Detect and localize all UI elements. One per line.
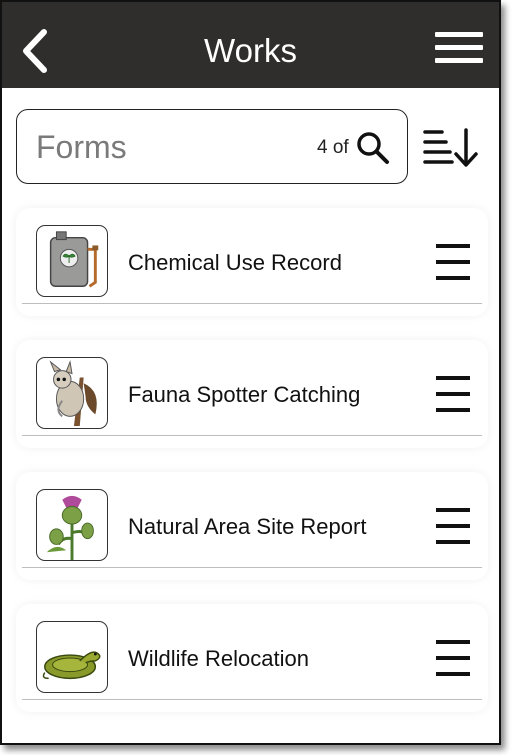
menu-line — [436, 656, 470, 660]
search-icon[interactable] — [355, 130, 391, 166]
menu-line — [436, 260, 470, 264]
menu-line — [436, 540, 470, 544]
list-item[interactable]: Wildlife Relocation — [16, 604, 488, 712]
list-item[interactable]: Natural Area Site Report — [16, 472, 488, 580]
forms-list: Chemical Use Record Fauna Spotter Catchi… — [16, 208, 488, 736]
item-menu-button[interactable] — [436, 508, 470, 544]
menu-line — [436, 524, 470, 528]
divider — [22, 303, 482, 304]
menu-line — [436, 244, 470, 248]
result-count: 4 of — [317, 137, 349, 158]
search-box: 4 of — [16, 109, 408, 184]
divider — [22, 699, 482, 700]
item-label: Wildlife Relocation — [128, 646, 309, 671]
list-item[interactable]: Chemical Use Record — [16, 208, 488, 316]
hamburger-line — [435, 32, 483, 37]
page-title: Works — [204, 32, 297, 69]
divider — [22, 567, 482, 568]
divider — [22, 435, 482, 436]
item-menu-button[interactable] — [436, 244, 470, 280]
chemical-sprayer-icon — [49, 231, 99, 288]
form-thumbnail — [36, 225, 108, 297]
menu-line — [436, 276, 470, 280]
menu-line — [436, 640, 470, 644]
possum-icon — [49, 360, 97, 427]
app-header: Works — [2, 2, 499, 88]
item-label: Fauna Spotter Catching — [128, 382, 361, 407]
menu-line — [436, 508, 470, 512]
menu-line — [436, 408, 470, 412]
app-frame: Works 4 of — [0, 0, 501, 745]
hamburger-line — [435, 45, 483, 50]
menu-line — [436, 672, 470, 676]
menu-line — [436, 392, 470, 396]
sort-button[interactable] — [422, 126, 478, 170]
thistle-icon — [46, 495, 94, 560]
snake-icon — [42, 651, 101, 680]
item-label: Natural Area Site Report — [128, 514, 367, 539]
item-menu-button[interactable] — [436, 640, 470, 676]
search-input[interactable] — [36, 128, 296, 166]
item-menu-button[interactable] — [436, 376, 470, 412]
form-thumbnail — [36, 357, 108, 429]
list-item[interactable]: Fauna Spotter Catching — [16, 340, 488, 448]
menu-line — [436, 376, 470, 380]
hamburger-menu-button[interactable] — [435, 32, 485, 66]
hamburger-line — [435, 58, 483, 63]
sort-descending-icon — [423, 128, 478, 167]
form-thumbnail — [36, 489, 108, 561]
form-thumbnail — [36, 621, 108, 693]
item-label: Chemical Use Record — [128, 250, 342, 275]
